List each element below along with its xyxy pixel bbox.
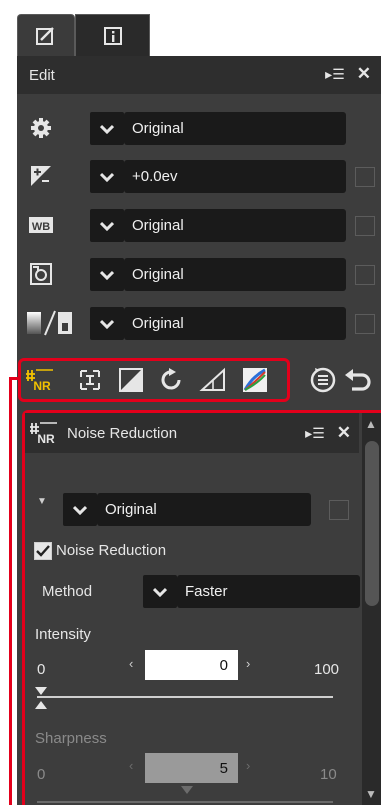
close-icon[interactable]: ✕: [357, 64, 371, 84]
intensity-slider-track[interactable]: [37, 696, 333, 698]
edit-title: Edit: [29, 66, 55, 84]
rotate-tool-icon[interactable]: [157, 365, 187, 395]
sharpness-max: 10: [320, 766, 337, 783]
collapse-triangle-icon[interactable]: ▼: [37, 496, 47, 507]
edit-row-white-balance: WB Original: [17, 205, 381, 245]
edit-tab-icon: [36, 26, 54, 45]
sharpness-increment-icon: ›: [246, 758, 251, 773]
picture-control-icon: [27, 260, 55, 288]
straighten-tool-icon[interactable]: [75, 365, 105, 395]
undo-icon[interactable]: [343, 365, 373, 395]
white-balance-dropdown[interactable]: Original: [124, 209, 346, 242]
tone-checkbox[interactable]: [355, 314, 375, 334]
edit-row-general: Original: [17, 108, 381, 148]
intensity-max: 100: [314, 661, 340, 678]
sharpness-min: 0: [37, 766, 46, 783]
method-dropdown[interactable]: Faster: [177, 575, 360, 608]
chevron-down-icon: [100, 270, 114, 280]
exposure-checkbox[interactable]: [355, 167, 375, 187]
tab-edit[interactable]: [17, 14, 75, 56]
noise-reduction-panel: NR Noise Reduction ▸☰ ✕ ▲ ▼ ▼ Original N…: [22, 410, 381, 805]
sharpness-decrement-icon: ‹: [129, 758, 134, 773]
edit-row-exposure: +0.0ev: [17, 156, 381, 196]
scrollbar-thumb[interactable]: [365, 441, 379, 606]
white-balance-checkbox[interactable]: [355, 216, 375, 236]
dropdown-toggle[interactable]: [90, 209, 124, 242]
sharpness-slider-handle: [181, 786, 193, 794]
intensity-slider-handle[interactable]: [34, 686, 48, 710]
svg-text:NR: NR: [37, 432, 55, 446]
sharpness-input: 5: [145, 753, 238, 783]
white-balance-icon: WB: [27, 211, 55, 239]
palette-menu-icon[interactable]: ▸☰: [305, 425, 325, 442]
nr-preset-dropdown[interactable]: Original: [97, 493, 311, 526]
edit-row-picture-control: Original: [17, 254, 381, 294]
exposure-icon: [27, 162, 55, 190]
picture-control-dropdown[interactable]: Original: [124, 258, 346, 291]
palette-menu-icon[interactable]: ▸☰: [325, 66, 345, 83]
color-tool-icon[interactable]: [240, 365, 270, 395]
intensity-increment-icon[interactable]: ›: [246, 656, 250, 671]
perspective-tool-icon[interactable]: [198, 365, 228, 395]
check-icon: [36, 545, 50, 557]
dropdown-toggle[interactable]: [63, 493, 97, 526]
scroll-up-icon[interactable]: ▲: [365, 417, 377, 431]
gear-icon: [27, 114, 55, 142]
svg-text:WB: WB: [32, 221, 50, 233]
dropdown-toggle[interactable]: [90, 112, 124, 145]
chevron-down-icon: [100, 172, 114, 182]
general-dropdown[interactable]: Original: [124, 112, 346, 145]
chevron-down-icon: [153, 587, 167, 597]
dropdown-toggle[interactable]: [90, 160, 124, 193]
exposure-dropdown[interactable]: +0.0ev: [124, 160, 346, 193]
intensity-min: 0: [37, 661, 46, 678]
sharpness-slider-track: [37, 801, 333, 803]
callout-line-cap: [9, 377, 19, 380]
nr-title: Noise Reduction: [67, 424, 178, 442]
noise-reduction-checkbox[interactable]: [34, 542, 52, 560]
method-label: Method: [42, 583, 93, 600]
intensity-decrement-icon[interactable]: ‹: [129, 656, 133, 671]
chevron-down-icon: [100, 124, 114, 134]
tab-info[interactable]: [75, 14, 150, 56]
picture-control-checkbox[interactable]: [355, 265, 375, 285]
intensity-label: Intensity: [35, 626, 91, 643]
intensity-input[interactable]: 0: [145, 650, 238, 680]
nr-preset-checkbox[interactable]: [329, 500, 349, 520]
vertical-scrollbar[interactable]: ▲ ▼: [362, 413, 381, 805]
noise-reduction-icon: NR: [30, 422, 57, 446]
chevron-down-icon: [73, 505, 87, 515]
callout-line: [9, 377, 12, 805]
edit-row-tone: Original: [17, 303, 381, 343]
scroll-down-icon[interactable]: ▼: [365, 787, 377, 801]
dropdown-toggle[interactable]: [90, 307, 124, 340]
tone-icon: [25, 309, 75, 337]
chevron-down-icon: [100, 319, 114, 329]
tool-strip: NR: [17, 352, 381, 412]
close-icon[interactable]: ✕: [337, 423, 351, 443]
tab-strip: [0, 0, 381, 56]
nx-edit-palette: Edit ▸☰ ✕ Original +0.0ev WB Original Or…: [0, 0, 381, 805]
nr-header: NR Noise Reduction ▸☰ ✕: [25, 413, 359, 453]
chevron-down-icon: [100, 221, 114, 231]
noise-reduction-tool-icon[interactable]: NR: [25, 365, 55, 395]
info-tab-icon: [103, 26, 122, 45]
adjustment-manager-icon[interactable]: [308, 365, 338, 395]
method-dropdown-toggle[interactable]: [143, 575, 177, 608]
tone-dropdown[interactable]: Original: [124, 307, 346, 340]
sharpness-label: Sharpness: [35, 730, 107, 747]
svg-text:NR: NR: [33, 379, 51, 393]
dropdown-toggle[interactable]: [90, 258, 124, 291]
noise-reduction-label: Noise Reduction: [56, 542, 167, 559]
edit-header: Edit ▸☰ ✕: [17, 56, 381, 94]
levels-tool-icon[interactable]: [116, 365, 146, 395]
